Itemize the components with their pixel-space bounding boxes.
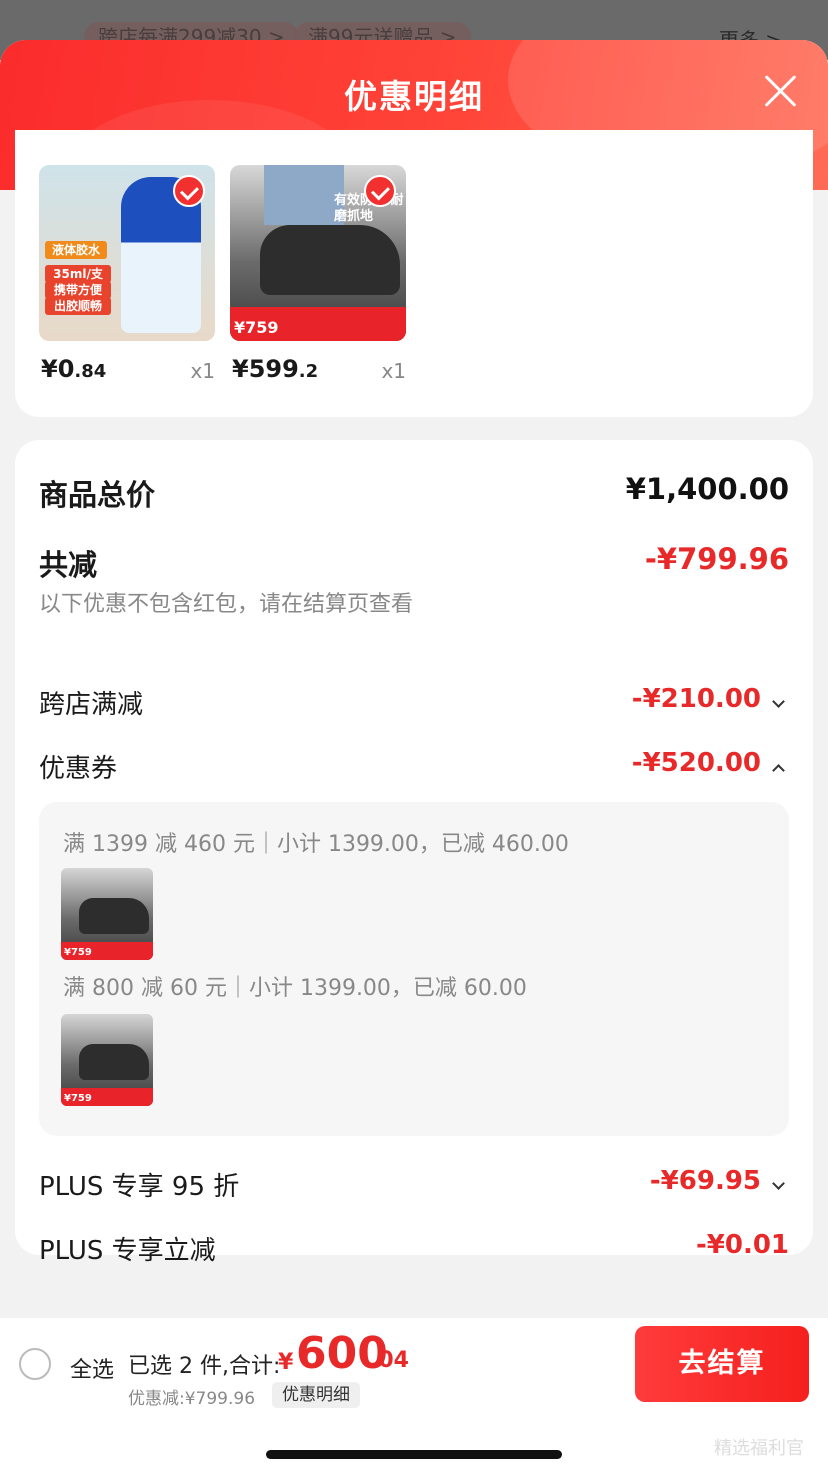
sheet-title: 优惠明细 (344, 77, 484, 116)
cross-store-label: 跨店满减 (39, 690, 144, 720)
total-reduce-label: 共减 (39, 548, 98, 582)
chevron-up-icon[interactable] (772, 764, 785, 777)
selected-check-icon[interactable] (364, 175, 396, 207)
chevron-down-icon[interactable] (772, 695, 785, 708)
total-reduce-value: -¥799.96 (644, 542, 789, 576)
currency-symbol: ¥ (278, 1350, 294, 1375)
cross-store-value: -¥210.00 (631, 684, 761, 714)
product-image: 液体胶水 35ml/支 携带方便 出胶顺畅 (39, 165, 215, 341)
coupon-product-thumb: ¥759 (61, 868, 153, 960)
image-price: ¥759 (234, 318, 279, 337)
close-icon[interactable] (764, 74, 798, 108)
checkout-bar: 全选 已选 2 件,合计: ¥ 600 .04 优惠减:¥799.96 优惠明细… (0, 1318, 828, 1476)
product-item[interactable]: 有效防水 耐磨抓地 ¥759 ¥599.2 x1 (230, 165, 406, 383)
coupon-rule: 满 800 减 60 元｜小计 1399.00，已减 60.00 (63, 976, 527, 1001)
selected-check-icon[interactable] (173, 175, 205, 207)
watermark: 精选福利官 (714, 1438, 804, 1459)
jeans-shape (264, 165, 344, 225)
plus-95-value: -¥69.95 (649, 1166, 761, 1196)
checkout-button[interactable]: 去结算 (635, 1326, 809, 1402)
sheet-subtitle: 已享跨店满减，买得多省得多 (244, 133, 583, 162)
product-image-tag: 出胶顺畅 (45, 297, 111, 315)
thumb-price: ¥759 (64, 947, 92, 958)
product-price: ¥0.84 (41, 355, 107, 383)
coupon-detail-box: 满 1399 减 460 元｜小计 1399.00，已减 460.00 ¥759… (39, 802, 789, 1136)
total-price-label: 商品总价 (39, 478, 156, 512)
hiking-shoe-icon (79, 1044, 149, 1080)
coupon-value: -¥520.00 (631, 748, 761, 778)
plus-cut-value: -¥0.01 (695, 1230, 789, 1260)
product-item[interactable]: 液体胶水 35ml/支 携带方便 出胶顺畅 ¥0.84 x1 (39, 165, 215, 383)
plus-cut-row: PLUS 专享立减 -¥0.01 (39, 1230, 789, 1270)
coupon-label: 优惠券 (39, 754, 118, 784)
discount-note: 以下优惠不包含红包，请在结算页查看 (39, 592, 414, 617)
thumb-price: ¥759 (64, 1093, 92, 1104)
select-all-radio[interactable] (19, 1348, 51, 1380)
price-summary-card: 商品总价 ¥1,400.00 共减 -¥799.96 以下优惠不包含红包，请在结… (15, 440, 813, 1266)
total-amount-decimal: .04 (370, 1348, 409, 1373)
chevron-down-icon[interactable] (772, 1177, 785, 1190)
hiking-shoe-icon (79, 898, 149, 934)
select-all-label[interactable]: 全选 (70, 1352, 114, 1384)
plus-95-row[interactable]: PLUS 专享 95 折 -¥69.95 (39, 1166, 789, 1206)
product-quantity: x1 (381, 359, 406, 383)
coupon-product-thumb: ¥759 (61, 1014, 153, 1106)
coupon-row[interactable]: 优惠券 -¥520.00 (39, 748, 789, 788)
total-price-value: ¥1,400.00 (625, 472, 789, 506)
plus-95-label: PLUS 专享 95 折 (39, 1172, 240, 1202)
total-price-row: 商品总价 ¥1,400.00 (39, 472, 789, 512)
coupon-rule: 满 1399 减 460 元｜小计 1399.00，已减 460.00 (63, 832, 569, 857)
discount-summary: 优惠减:¥799.96 (128, 1389, 256, 1409)
home-indicator[interactable] (266, 1450, 562, 1459)
cross-store-row[interactable]: 跨店满减 -¥210.00 (39, 684, 789, 724)
hiking-shoe-icon (260, 225, 400, 295)
product-card: 液体胶水 35ml/支 携带方便 出胶顺畅 ¥0.84 x1 有效防水 耐磨抓地… (15, 130, 813, 417)
discount-detail-button[interactable]: 优惠明细 (272, 1382, 360, 1408)
product-price: ¥599.2 (232, 355, 319, 383)
product-image: 有效防水 耐磨抓地 ¥759 (230, 165, 406, 341)
product-image-label: 液体胶水 (45, 241, 107, 259)
total-reduce-row: 共减 -¥799.96 (39, 542, 789, 582)
product-quantity: x1 (190, 359, 215, 383)
plus-cut-label: PLUS 专享立减 (39, 1236, 216, 1266)
selected-count: 已选 2 件,合计: (128, 1354, 281, 1379)
